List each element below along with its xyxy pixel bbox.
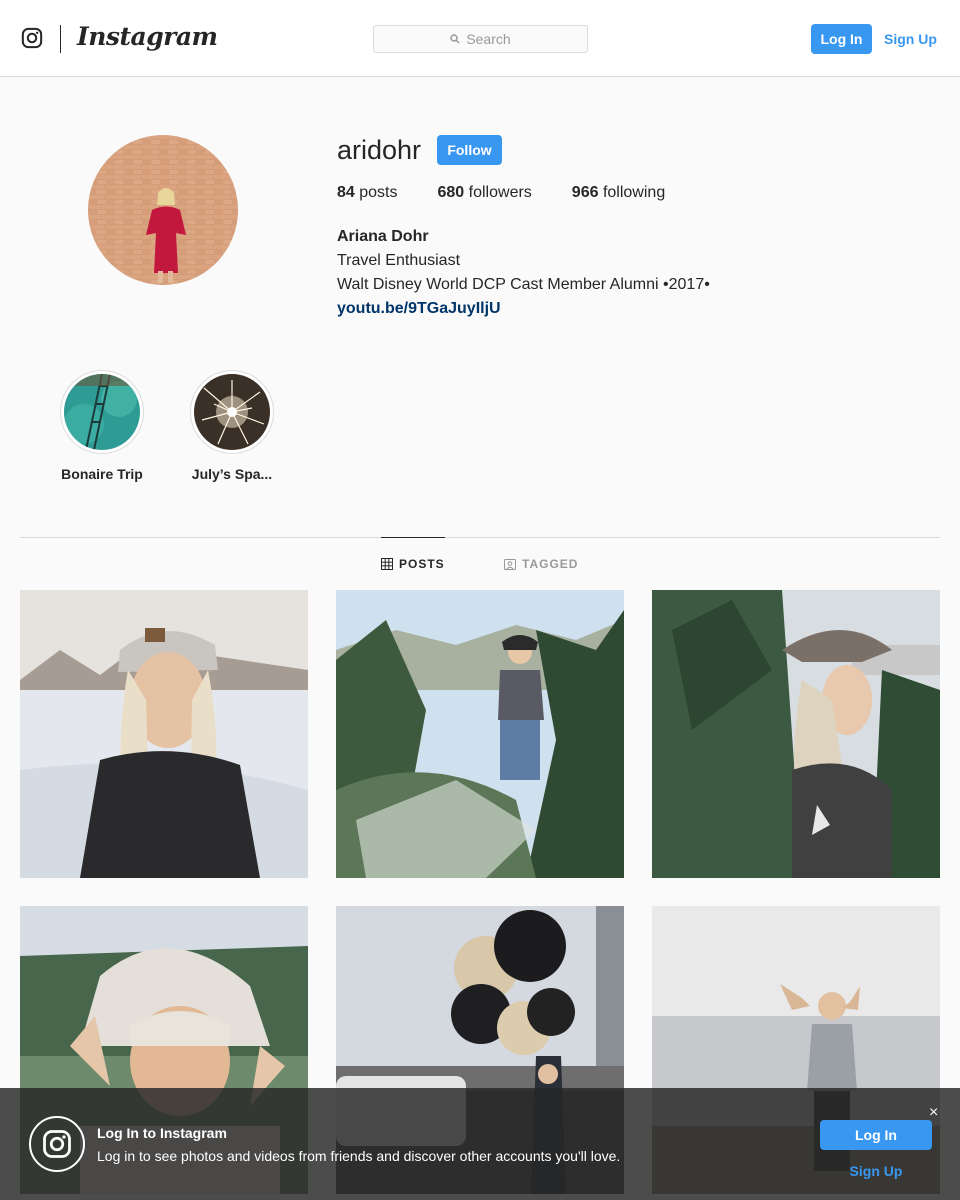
post-thumbnail[interactable] — [336, 590, 624, 878]
search-icon — [450, 34, 460, 44]
instagram-camera-icon — [29, 1116, 85, 1172]
story-highlight[interactable]: Bonaire Trip — [60, 370, 144, 482]
bio-line: Walt Disney World DCP Cast Member Alumni… — [337, 276, 710, 293]
post-thumbnail[interactable] — [20, 590, 308, 878]
banner-description: Log in to see photos and videos from fri… — [97, 1148, 621, 1164]
highlight-thumbnail — [64, 374, 140, 450]
tab-posts[interactable]: POSTS — [381, 537, 445, 590]
login-prompt-banner: Log In to Instagram Log in to see photos… — [0, 1088, 960, 1200]
highlight-thumbnail — [194, 374, 270, 450]
highlight-label: Bonaire Trip — [61, 466, 143, 482]
tab-posts-label: POSTS — [399, 557, 445, 571]
tabs-divider — [20, 537, 940, 538]
search-placeholder: Search — [466, 31, 511, 47]
logo-divider — [60, 25, 61, 53]
profile-avatar[interactable] — [88, 135, 238, 285]
top-nav-bar: Instagram Search Log In Sign Up — [0, 0, 960, 77]
tagged-person-icon — [504, 558, 516, 570]
instagram-wordmark[interactable]: Instagram — [77, 22, 218, 51]
bio-link[interactable]: youtu.be/9TGaJuyIljU — [337, 297, 710, 321]
highlight-label: July’s Spa... — [191, 466, 273, 482]
tab-tagged[interactable]: TAGGED — [504, 537, 578, 590]
login-button[interactable]: Log In — [811, 24, 872, 54]
banner-signup-link[interactable]: Sign Up — [820, 1160, 932, 1182]
banner-title: Log In to Instagram — [97, 1125, 227, 1141]
follow-button[interactable]: Follow — [437, 135, 502, 165]
instagram-camera-icon[interactable] — [21, 27, 43, 49]
tab-tagged-label: TAGGED — [522, 556, 579, 571]
profile-bio: Ariana Dohr Travel Enthusiast Walt Disne… — [337, 225, 710, 321]
posts-count: 84 posts — [337, 184, 398, 201]
profile-stats: 84 posts 680 followers 966 following — [337, 184, 705, 202]
post-thumbnail[interactable] — [652, 590, 940, 878]
banner-login-button[interactable]: Log In — [820, 1120, 932, 1150]
followers-count[interactable]: 680 followers — [438, 184, 532, 202]
bio-line: Travel Enthusiast — [337, 252, 461, 269]
close-icon[interactable]: × — [929, 1104, 938, 1122]
highlight-ring — [60, 370, 144, 454]
signup-link[interactable]: Sign Up — [884, 24, 937, 54]
profile-full-name: Ariana Dohr — [337, 228, 429, 245]
search-input[interactable]: Search — [373, 25, 588, 53]
profile-username: aridohr — [337, 135, 422, 165]
story-highlight[interactable]: July’s Spa... — [190, 370, 274, 482]
highlight-ring — [190, 370, 274, 454]
following-count[interactable]: 966 following — [572, 184, 665, 202]
grid-icon — [381, 558, 393, 570]
